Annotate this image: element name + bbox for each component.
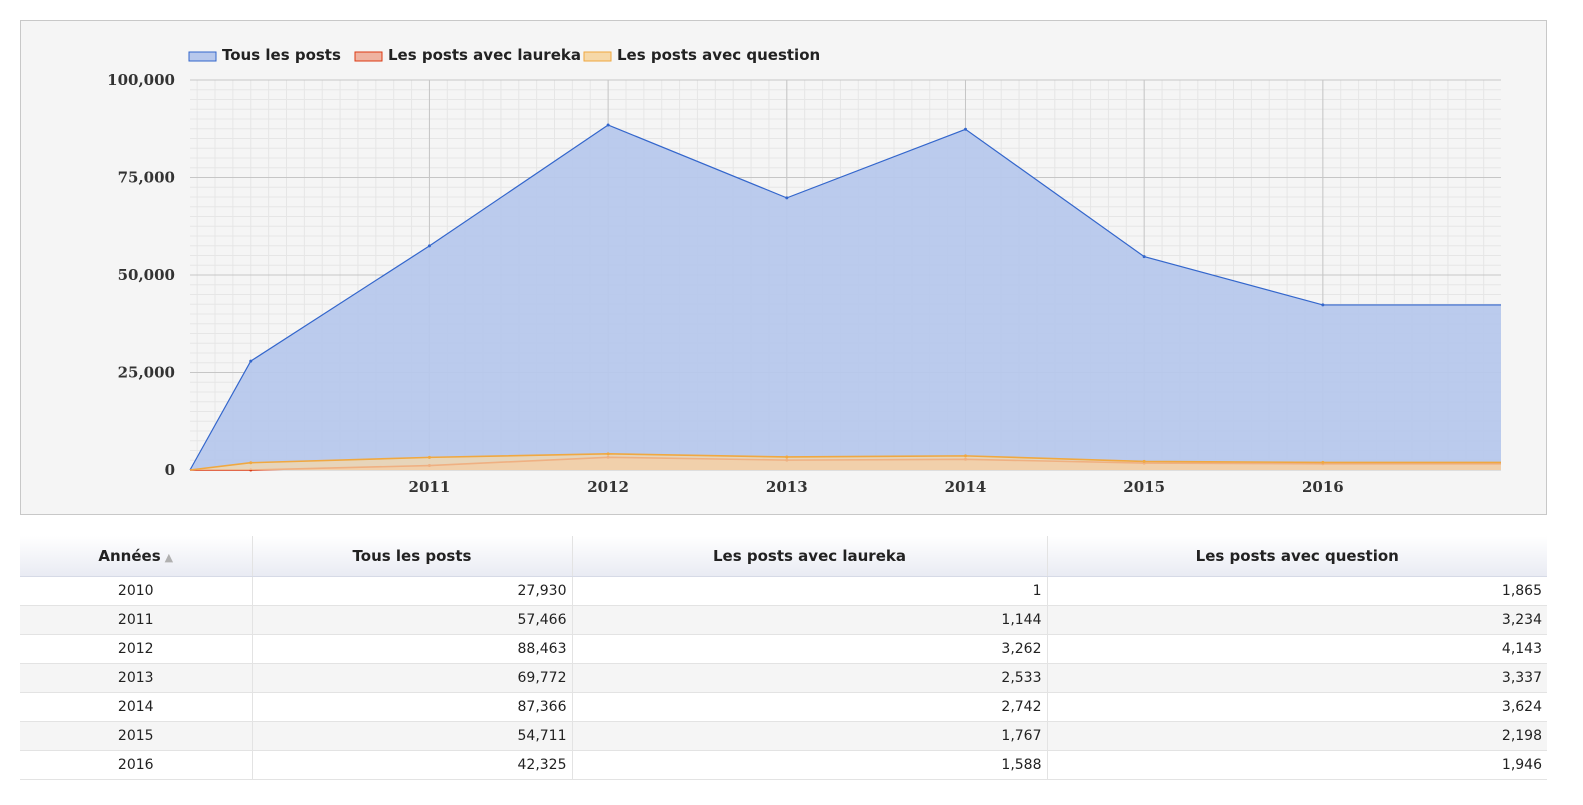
data-point [1321, 460, 1325, 464]
y-tick-label: 100,000 [107, 71, 175, 89]
cell-all-posts: 69,772 [252, 663, 573, 693]
data-point [606, 452, 610, 456]
cell-laureka-posts: 3,262 [572, 634, 1048, 664]
data-point [963, 127, 967, 131]
data-point [427, 455, 431, 459]
y-tick-label: 75,000 [118, 169, 175, 187]
cell-year: 2014 [20, 692, 253, 722]
cell-all-posts: 54,711 [252, 721, 573, 751]
cell-all-posts: 88,463 [252, 634, 573, 664]
legend-swatch [354, 51, 383, 62]
column-header-question-posts[interactable]: Les posts avec question [1047, 536, 1547, 577]
cell-laureka-posts: 1,588 [572, 750, 1048, 780]
cell-year: 2016 [20, 750, 253, 780]
data-table: Années ▲ Tous les posts Les posts avec la… [20, 536, 1547, 780]
legend-label: Les posts avec question [617, 46, 820, 64]
column-header-all-posts[interactable]: Tous les posts [252, 536, 573, 577]
column-header-label: Années [98, 547, 161, 565]
data-point [785, 455, 789, 459]
legend-label: Les posts avec laureka [388, 46, 581, 64]
cell-laureka-posts: 2,742 [572, 692, 1048, 722]
cell-all-posts: 27,930 [252, 576, 573, 606]
table-row[interactable]: 2014 87,366 2,742 3,624 [20, 692, 1547, 722]
data-point [1142, 255, 1146, 259]
data-point [249, 359, 253, 363]
cell-year: 2013 [20, 663, 253, 693]
cell-question-posts: 1,865 [1047, 576, 1547, 606]
cell-question-posts: 1,946 [1047, 750, 1547, 780]
data-point [606, 123, 610, 127]
table-row[interactable]: 2015 54,711 1,767 2,198 [20, 721, 1547, 751]
x-tick-label: 2016 [1302, 478, 1344, 496]
y-tick-label: 50,000 [118, 266, 175, 284]
cell-laureka-posts: 2,533 [572, 663, 1048, 693]
y-tick-label: 0 [165, 461, 175, 479]
data-point [963, 454, 967, 458]
area-chart: 0 25,000 50,000 75,000 100,000 2011 2012 2013 20… [107, 46, 1501, 496]
table-row[interactable]: 2011 57,466 1,144 3,234 [20, 605, 1547, 635]
column-header-years[interactable]: Années ▲ [20, 536, 253, 577]
cell-year: 2010 [20, 576, 253, 606]
cell-all-posts: 42,325 [252, 750, 573, 780]
legend-swatch [188, 51, 217, 62]
cell-laureka-posts: 1,767 [572, 721, 1048, 751]
cell-question-posts: 3,337 [1047, 663, 1547, 693]
cell-year: 2011 [20, 605, 253, 635]
table-row[interactable]: 2013 69,772 2,533 3,337 [20, 663, 1547, 693]
cell-year: 2012 [20, 634, 253, 664]
table-row[interactable]: 2010 27,930 1 1,865 [20, 576, 1547, 606]
cell-laureka-posts: 1,144 [572, 605, 1048, 635]
legend-label: Tous les posts [222, 46, 341, 64]
table-row[interactable]: 2016 42,325 1,588 1,946 [20, 750, 1547, 780]
cell-all-posts: 57,466 [252, 605, 573, 635]
table-row[interactable]: 2012 88,463 3,262 4,143 [20, 634, 1547, 664]
x-tick-label: 2011 [409, 478, 451, 496]
data-point [1142, 459, 1146, 463]
x-tick-label: 2014 [945, 478, 987, 496]
table-header-row: Années ▲ Tous les posts Les posts avec la… [20, 536, 1547, 577]
data-point [249, 461, 253, 465]
cell-question-posts: 3,624 [1047, 692, 1547, 722]
cell-question-posts: 2,198 [1047, 721, 1547, 751]
x-tick-label: 2013 [766, 478, 808, 496]
x-tick-label: 2012 [587, 478, 629, 496]
y-tick-label: 25,000 [118, 364, 175, 382]
data-point [785, 196, 789, 200]
series-area-1 [190, 124, 1501, 471]
cell-laureka-posts: 1 [572, 576, 1048, 606]
legend-swatch [583, 51, 612, 62]
data-point [1321, 303, 1325, 307]
cell-year: 2015 [20, 721, 253, 751]
cell-all-posts: 87,366 [252, 692, 573, 722]
data-point [427, 244, 431, 248]
cell-question-posts: 4,143 [1047, 634, 1547, 664]
x-tick-label: 2015 [1123, 478, 1165, 496]
cell-question-posts: 3,234 [1047, 605, 1547, 635]
column-header-laureka-posts[interactable]: Les posts avec laureka [572, 536, 1048, 577]
sort-ascending-icon: ▲ [164, 551, 174, 564]
